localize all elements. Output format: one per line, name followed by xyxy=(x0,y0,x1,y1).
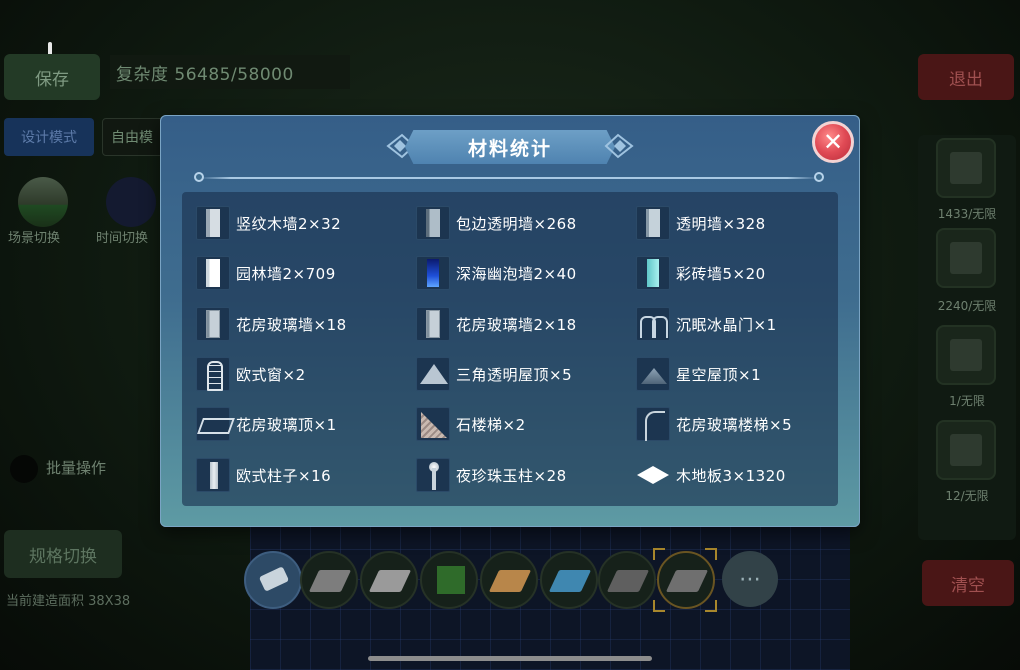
deep-sea-bubble-wall-icon xyxy=(416,256,450,290)
material-item-label: 深海幽泡墙2×40 xyxy=(456,264,577,283)
material-item: 花房玻璃墙×18 xyxy=(196,305,347,343)
more-items-button[interactable]: ⋯ xyxy=(722,551,778,607)
divider-ornament-right-icon xyxy=(814,172,824,182)
greenhouse-glass-roof-icon xyxy=(196,407,230,441)
close-icon: ✕ xyxy=(822,128,844,156)
eraser-tool-button[interactable] xyxy=(244,551,302,609)
material-item-label: 三角透明屋顶×5 xyxy=(456,365,573,384)
eraser-icon xyxy=(258,566,290,592)
material-item-label: 欧式窗×2 xyxy=(236,365,306,384)
wood-floor-icon xyxy=(636,458,670,492)
triangle-glass-roof-icon xyxy=(416,357,450,391)
design-mode-button[interactable]: 设计模式 xyxy=(4,118,94,156)
side-slot-grid[interactable] xyxy=(936,228,996,288)
material-item: 木地板3×1320 xyxy=(636,456,786,494)
material-item-label: 花房玻璃墙2×18 xyxy=(456,315,577,334)
time-switch-label: 时间切换 xyxy=(96,231,149,246)
material-item-label: 透明墙×328 xyxy=(676,214,766,233)
hotbar-slot-dark-tile[interactable] xyxy=(598,551,656,609)
vertical-wood-wall-icon xyxy=(196,206,230,240)
side-slot-count: 12/无限 xyxy=(945,489,989,503)
clear-wall-icon xyxy=(636,206,670,240)
title-divider xyxy=(200,177,818,179)
material-item: 深海幽泡墙2×40 xyxy=(416,254,577,292)
material-item-label: 欧式柱子×16 xyxy=(236,466,332,485)
material-item: 星空屋顶×1 xyxy=(636,355,761,393)
material-statistics-dialog: 材料统计 ✕ 竖纹木墙2×32 包边透明墙×268 透明墙×328 园林墙2×7… xyxy=(160,115,860,527)
greenhouse-glass-wall-icon xyxy=(196,307,230,341)
material-item: 花房玻璃墙2×18 xyxy=(416,305,577,343)
side-slot-floor[interactable] xyxy=(936,138,996,198)
hotbar-slot-light-tile[interactable] xyxy=(360,551,418,609)
material-item-label: 沉眠冰晶门×1 xyxy=(676,315,777,334)
european-window-icon xyxy=(196,357,230,391)
hotbar-slot-grass-block[interactable] xyxy=(420,551,478,609)
hotbar-slot-gray-tile[interactable] xyxy=(300,551,358,609)
material-item: 包边透明墙×268 xyxy=(416,204,577,242)
title-ornament-right-icon xyxy=(604,133,634,159)
material-item: 竖纹木墙2×32 xyxy=(196,204,341,242)
material-item: 欧式柱子×16 xyxy=(196,456,331,494)
side-slot-count: 1/无限 xyxy=(949,394,985,408)
european-column-icon xyxy=(196,458,230,492)
home-indicator[interactable] xyxy=(368,656,652,661)
material-item-label: 木地板3×1320 xyxy=(676,466,786,485)
time-switch-icon[interactable] xyxy=(106,177,156,227)
batch-operation-toggle[interactable] xyxy=(10,455,38,483)
material-item-label: 包边透明墙×268 xyxy=(456,214,577,233)
close-button[interactable]: ✕ xyxy=(812,121,854,163)
greenhouse-glass-stairs-icon xyxy=(636,407,670,441)
color-brick-wall-icon xyxy=(636,256,670,290)
material-item-label: 园林墙2×709 xyxy=(236,264,336,283)
material-item: 夜珍珠玉柱×28 xyxy=(416,456,567,494)
side-slot-count: 2240/无限 xyxy=(937,299,997,313)
selection-frame xyxy=(653,548,717,612)
material-item: 园林墙2×709 xyxy=(196,254,336,292)
hotbar-slot-pattern-tile[interactable] xyxy=(480,551,538,609)
material-item: 花房玻璃顶×1 xyxy=(196,405,337,443)
material-item: 三角透明屋顶×5 xyxy=(416,355,572,393)
material-item: 花房玻璃楼梯×5 xyxy=(636,405,792,443)
material-item-label: 夜珍珠玉柱×28 xyxy=(456,466,567,485)
material-item: 沉眠冰晶门×1 xyxy=(636,305,777,343)
dialog-title: 材料统计 xyxy=(467,137,552,160)
side-slot-door[interactable] xyxy=(936,325,996,385)
material-item-label: 花房玻璃楼梯×5 xyxy=(676,415,793,434)
material-item-label: 花房玻璃顶×1 xyxy=(236,415,337,434)
ice-crystal-gate-icon xyxy=(636,307,670,341)
greenhouse-glass-wall-2-icon xyxy=(416,307,450,341)
material-item-label: 彩砖墙5×20 xyxy=(676,264,766,283)
scene-switch-label: 场景切换 xyxy=(8,231,61,246)
save-button[interactable]: 保存 xyxy=(4,54,100,100)
side-slot-count: 1433/无限 xyxy=(937,207,997,221)
material-item: 欧式窗×2 xyxy=(196,355,306,393)
material-list: 竖纹木墙2×32 包边透明墙×268 透明墙×328 园林墙2×709 深海幽泡… xyxy=(182,192,838,506)
edged-clear-wall-icon xyxy=(416,206,450,240)
exit-button[interactable]: 退出 xyxy=(918,54,1014,100)
side-slot-stairs[interactable] xyxy=(936,420,996,480)
material-item-label: 花房玻璃墙×18 xyxy=(236,315,347,334)
material-item-label: 石楼梯×2 xyxy=(456,415,526,434)
build-area-label: 当前建造面积 38X38 xyxy=(6,594,131,609)
hotbar-slot-water-tile[interactable] xyxy=(540,551,598,609)
stone-stairs-icon xyxy=(416,407,450,441)
scene-switch-icon[interactable] xyxy=(18,177,68,227)
material-item-label: 星空屋顶×1 xyxy=(676,365,762,384)
complexity-counter: 复杂度 56485/58000 xyxy=(110,55,350,89)
batch-operation-label: 批量操作 xyxy=(46,459,107,477)
material-item-label: 竖纹木墙2×32 xyxy=(236,214,342,233)
material-item: 透明墙×328 xyxy=(636,204,766,242)
starry-roof-icon xyxy=(636,357,670,391)
material-item: 彩砖墙5×20 xyxy=(636,254,766,292)
dialog-title-plate: 材料统计 xyxy=(405,130,615,164)
night-pearl-pillar-icon xyxy=(416,458,450,492)
spec-switch-button[interactable]: 规格切换 xyxy=(4,530,122,578)
clear-button[interactable]: 清空 xyxy=(922,560,1014,606)
material-item: 石楼梯×2 xyxy=(416,405,526,443)
garden-wall-icon xyxy=(196,256,230,290)
